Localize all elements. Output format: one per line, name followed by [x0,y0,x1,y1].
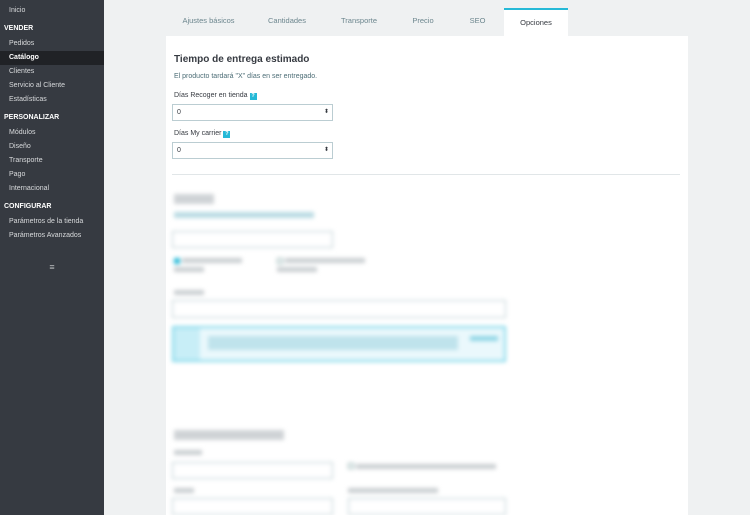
blurred-input[interactable] [348,498,506,515]
sidebar-item-parametros-avanzados[interactable]: Parámetros Avanzados [0,229,104,243]
sidebar-item-pedidos[interactable]: Pedidos [0,37,104,51]
sidebar-section-vender: VENDER [4,25,34,32]
sidebar-item-estadisticas[interactable]: Estadísticas [0,93,104,107]
delivery-description: El producto tardará "X" días en ser entr… [174,73,318,80]
tab-opciones[interactable]: Opciones [504,8,568,36]
options-panel: Tiempo de entrega estimado El producto t… [166,36,688,515]
tab-seo[interactable]: SEO [451,8,504,36]
blurred-alert-text [208,336,458,350]
sidebar-item-internacional[interactable]: Internacional [0,182,104,196]
pickup-days-select[interactable]: 0 ⬍ [172,104,333,121]
sidebar-section-personalizar: PERSONALIZAR [4,114,60,121]
tab-ajustes-basicos[interactable]: Ajustes básicos [166,8,251,36]
sidebar-item-inicio[interactable]: Inicio [0,4,104,18]
blurred-alert-link[interactable] [470,336,498,341]
carrier-days-label-text: Días My carrier [174,130,222,137]
blurred-text [356,464,496,469]
sidebar-item-parametros-tienda[interactable]: Parámetros de la tienda [0,215,104,229]
blurred-text [277,267,317,272]
blurred-checkbox[interactable] [174,258,180,264]
blurred-text [174,290,204,295]
sidebar-collapse-icon[interactable]: ≡ [0,259,104,275]
sidebar-item-clientes[interactable]: Clientes [0,65,104,79]
select-arrows-icon: ⬍ [323,109,329,115]
tab-precio[interactable]: Precio [395,8,451,36]
help-icon[interactable]: ? [223,131,231,138]
pickup-days-value: 0 [177,109,181,116]
sidebar-item-pago[interactable]: Pago [0,168,104,182]
blurred-select[interactable] [172,231,333,248]
product-tabs: Ajustes básicos Cantidades Transporte Pr… [166,8,568,36]
delivery-title: Tiempo de entrega estimado [174,54,310,65]
help-icon[interactable]: ? [249,93,257,100]
blurred-select[interactable] [172,462,333,479]
tab-transporte[interactable]: Transporte [323,8,395,36]
select-arrows-icon: ⬍ [323,147,329,153]
sidebar-item-servicio-cliente[interactable]: Servicio al Cliente [0,79,104,93]
pickup-days-label: Días Recoger en tienda? [174,92,257,100]
sidebar-section-configurar: CONFIGURAR [4,203,52,210]
blurred-checkbox[interactable] [348,463,354,469]
blurred-input[interactable] [172,300,506,318]
blurred-text [174,450,202,455]
blurred-text [174,488,194,493]
blurred-input[interactable] [172,498,333,515]
sidebar-item-transporte[interactable]: Transporte [0,154,104,168]
sidebar-item-catalogo[interactable]: Catálogo [0,51,104,65]
blurred-info-alert [172,326,506,362]
carrier-days-select[interactable]: 0 ⬍ [172,142,333,159]
info-icon [174,328,200,360]
sidebar-item-modulos[interactable]: Módulos [0,126,104,140]
blurred-text [182,258,242,263]
sidebar-item-diseno[interactable]: Diseño [0,140,104,154]
blurred-text [174,267,204,272]
blurred-checkbox[interactable] [277,258,283,264]
carrier-days-value: 0 [177,147,181,154]
blurred-heading [174,430,284,440]
blurred-text [174,212,314,218]
blurred-text [348,488,438,493]
blurred-content [166,186,688,515]
blurred-heading [174,194,214,204]
carrier-days-label: Días My carrier? [174,130,231,138]
tab-cantidades[interactable]: Cantidades [251,8,323,36]
sidebar: Inicio VENDER Pedidos Catálogo Clientes … [0,0,104,515]
pickup-days-label-text: Días Recoger en tienda [174,92,248,99]
blurred-text [285,258,365,263]
section-divider [172,174,680,175]
